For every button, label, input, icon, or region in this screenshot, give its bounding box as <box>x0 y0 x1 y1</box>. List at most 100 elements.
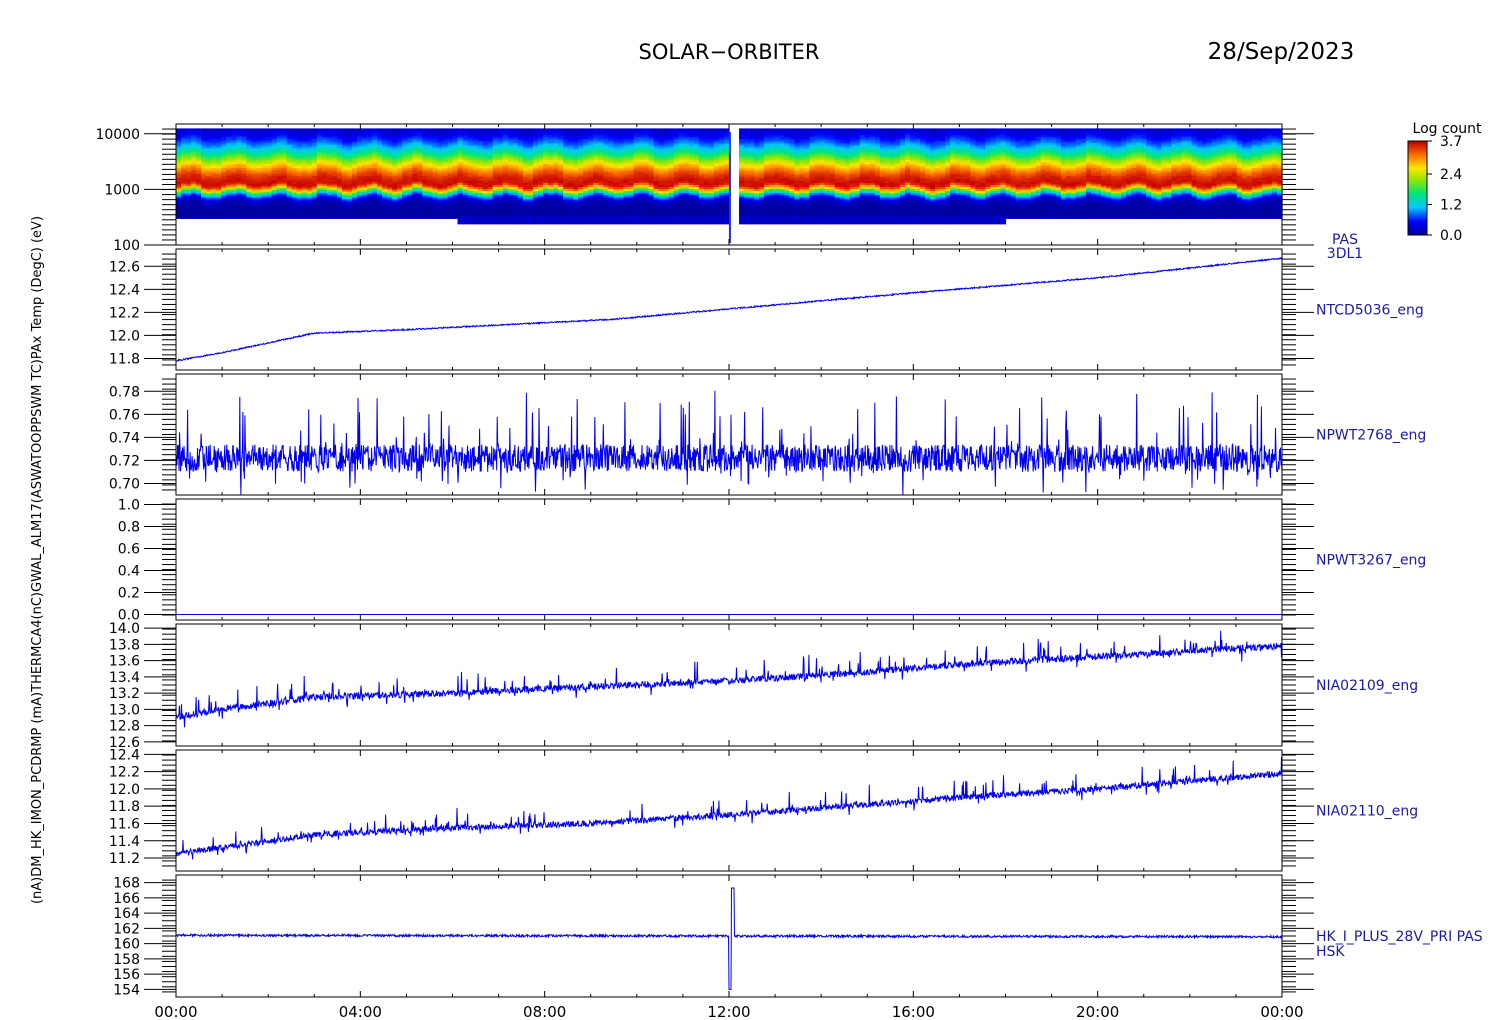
spectrogram-cell <box>336 128 343 131</box>
spectrogram-cell <box>316 128 323 131</box>
panel-1: 100001000100 PAS3DL1 <box>95 123 1363 262</box>
spectrogram-cell <box>296 128 303 131</box>
spectrogram-cell <box>251 128 258 131</box>
spectrogram-cell <box>321 128 328 131</box>
spectrogram-cell <box>286 128 293 131</box>
spectrogram-cell <box>341 128 348 131</box>
spectrogram-cell <box>236 128 242 131</box>
spectrogram-cell <box>558 128 564 131</box>
spectrogram-cell <box>658 128 665 131</box>
spectrogram-cell <box>291 128 298 131</box>
panels: 100001000100 PAS3DL111.812.012.212.412.6N… <box>95 123 1483 998</box>
spectrogram-cell <box>422 128 428 131</box>
spectrogram-cell <box>668 128 675 131</box>
spectrogram-cell <box>532 128 539 131</box>
spectrogram-cell <box>241 128 247 131</box>
spectrogram-cell <box>362 128 368 131</box>
spectrogram-cell <box>442 128 449 131</box>
spectrogram-cell <box>226 128 232 131</box>
spectrogram-cell <box>221 128 227 131</box>
spectrogram-cell <box>382 128 388 131</box>
spectrogram-cell <box>477 128 484 131</box>
figure: SOLAR−ORBITER 28/Sep/2023 (nA)DM_HK_IMON… <box>30 39 1483 1020</box>
spectrogram-cell <box>346 128 353 131</box>
spectrogram-cell <box>256 128 263 131</box>
spectrogram-cell <box>482 128 489 131</box>
spectrogram-cell <box>417 128 423 131</box>
spectrogram-cell <box>191 128 197 131</box>
spectrogram-cell <box>623 128 630 131</box>
spectrogram-cell <box>683 128 690 131</box>
spectrogram-cell <box>678 128 685 131</box>
spectrogram-cell <box>588 128 594 131</box>
spectrogram-cell <box>568 128 574 131</box>
spectrogram-cell <box>487 128 494 131</box>
spectrogram-cell <box>462 128 469 131</box>
spectrogram-cell <box>176 128 182 131</box>
spectrogram-cell <box>548 128 554 131</box>
spectrogram-cell <box>522 128 529 131</box>
spectrogram-cell <box>211 128 217 131</box>
spectrogram-cell <box>186 128 192 131</box>
spectrogram-cell <box>392 128 398 131</box>
spectrogram-cell <box>698 128 705 131</box>
spectrogram-cell <box>281 128 288 131</box>
spectrogram-cell <box>181 128 187 131</box>
spectrogram-cell <box>517 128 524 131</box>
spectrogram-cell <box>216 128 222 131</box>
spectrogram-cell <box>502 128 509 131</box>
spectrogram-cell <box>653 128 660 131</box>
spectrogram-cell <box>472 128 479 131</box>
spectrogram-cell <box>708 128 715 131</box>
spectrogram-cell <box>457 128 464 131</box>
spectrogram-cell <box>492 128 499 131</box>
spectrogram-cell <box>206 128 212 131</box>
spectrogram-cell <box>266 128 273 131</box>
spectrogram-cell <box>356 128 363 131</box>
spectrogram-cell <box>648 128 655 131</box>
spectrogram-cell <box>437 128 444 131</box>
spectrogram-cell <box>583 128 589 131</box>
left-axis-label: (nA)DM_HK_IMON_PCDRMP (mA)THERMCA4(nC)GW… <box>30 216 45 904</box>
spectrogram-cell <box>306 128 313 131</box>
spectrogram-cell <box>402 128 408 131</box>
spectrogram-cell <box>638 128 645 131</box>
spectrogram-cell <box>331 128 338 131</box>
spectrogram-cell <box>512 128 519 131</box>
spectrogram-cell <box>377 128 383 131</box>
spectrogram-cell <box>372 128 378 131</box>
spectrogram-cell <box>613 128 619 131</box>
spectrogram-cell <box>447 128 454 131</box>
spectrogram-cell <box>261 128 268 131</box>
spectrogram-cell <box>407 128 413 131</box>
spectrogram-cell <box>598 128 604 131</box>
spectrogram-cell <box>542 128 549 131</box>
spectrogram-cell <box>593 128 599 131</box>
spectrogram-cell <box>452 128 459 131</box>
spectrogram-cell <box>563 128 569 131</box>
spectrogram-cell <box>537 128 544 131</box>
spectrogram-cell <box>467 128 474 131</box>
spectrogram-cell <box>397 128 403 131</box>
spectrogram-cell <box>271 128 278 131</box>
spectrogram-cell <box>367 128 373 131</box>
spectrogram-cell <box>713 128 720 131</box>
spectrogram-cell <box>578 128 584 131</box>
spectrogram-cell <box>276 128 283 131</box>
spectrogram-cell <box>432 128 439 131</box>
spectrogram-cell <box>633 128 640 131</box>
spectrogram-cell <box>618 128 625 131</box>
spectrogram-cell <box>351 128 358 131</box>
spectrogram-cell <box>412 128 418 131</box>
spectrogram-cell <box>573 128 579 131</box>
spectrogram-cell <box>301 128 308 131</box>
spectrogram-cell <box>231 128 237 131</box>
spectrogram-cell <box>688 128 695 131</box>
spectrogram-cell <box>643 128 650 131</box>
date-label: 28/Sep/2023 <box>1208 39 1355 65</box>
spectrogram-cell <box>311 128 318 131</box>
spectrogram-cell <box>387 128 393 131</box>
spectrogram-cell <box>326 128 333 131</box>
spectrogram-cell <box>497 128 504 131</box>
spectrogram-cell <box>608 128 614 131</box>
